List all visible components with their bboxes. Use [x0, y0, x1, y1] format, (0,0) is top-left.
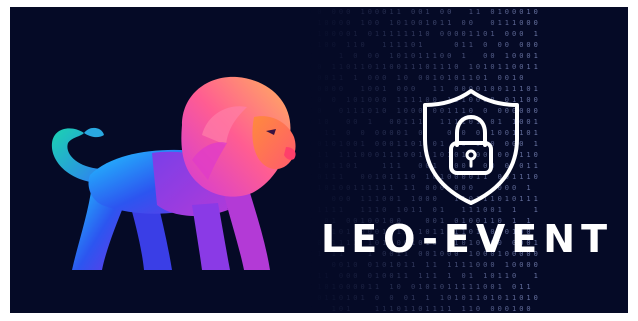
shield-lock-icon [423, 89, 519, 205]
lion-icon [51, 76, 296, 270]
brand-title: LEO-EVENT [320, 217, 613, 261]
banner: 00 000 100011 001 00 11 0100010 10000 10… [10, 7, 628, 313]
